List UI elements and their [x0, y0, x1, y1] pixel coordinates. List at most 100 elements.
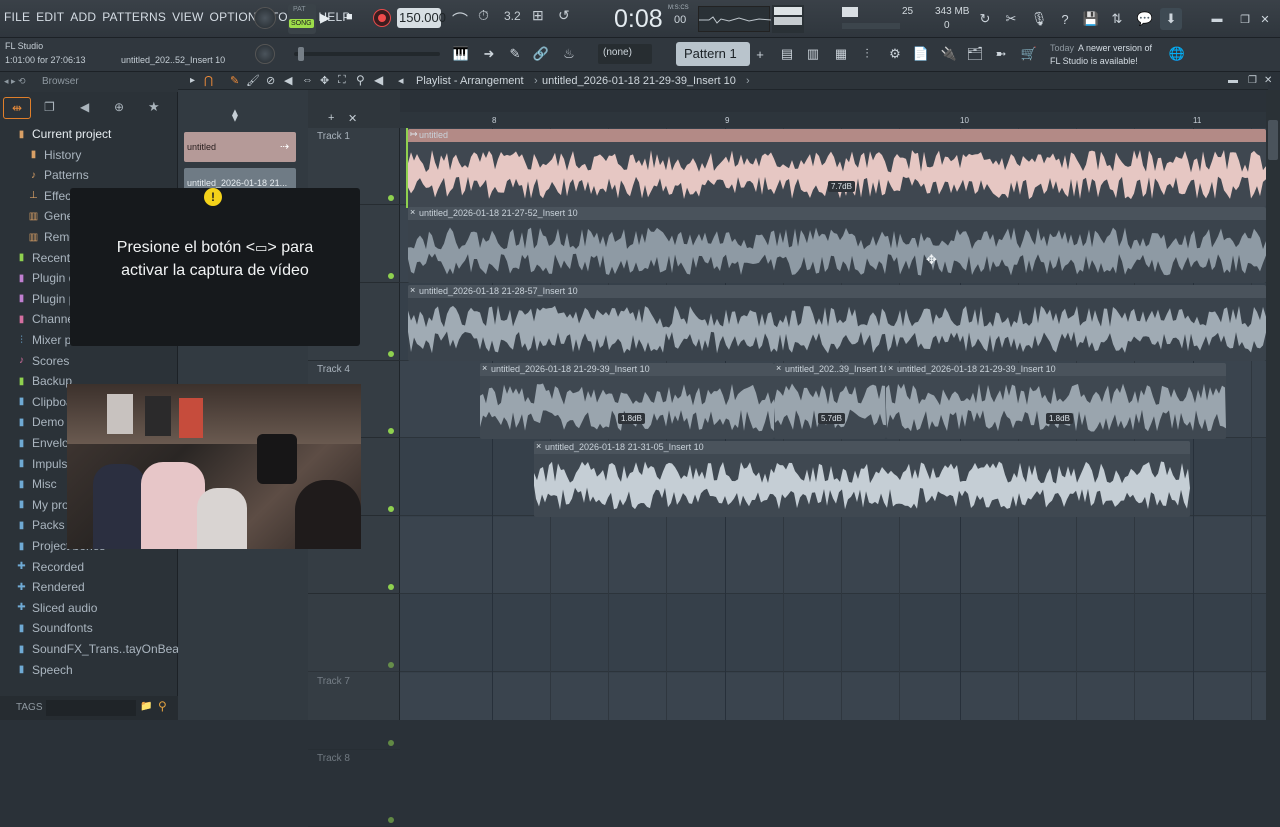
pat-song-toggle[interactable]: PAT SONG — [288, 4, 316, 34]
clip-menu-icon[interactable]: × — [536, 441, 541, 451]
slice-icon[interactable]: ✥ — [320, 74, 329, 87]
delete-icon[interactable]: ⊘ — [266, 74, 275, 87]
track-header[interactable]: Track 8 — [308, 750, 400, 827]
wait-record-icon[interactable]: ⏱ — [478, 7, 500, 29]
playback-icon[interactable]: ◀ — [374, 73, 383, 87]
cut-icon[interactable]: ✂ — [1000, 8, 1022, 30]
plugin-icon[interactable]: 🔌 — [938, 43, 960, 65]
browser-item[interactable]: ▮ Soundfonts — [16, 618, 93, 638]
folder-icon[interactable]: 📁 — [140, 701, 152, 712]
track-mute-led[interactable] — [388, 195, 394, 201]
audio-clip[interactable]: untitled ↦ 7.7dB — [408, 129, 1266, 207]
arrow-icon[interactable]: ▸ — [190, 75, 195, 86]
save-icon[interactable]: 💾 — [1080, 8, 1102, 30]
download-icon[interactable]: ⬇ — [1160, 8, 1182, 30]
vertical-scrollbar[interactable] — [1266, 90, 1280, 720]
clip-menu-icon[interactable]: × — [776, 363, 781, 373]
play-button[interactable]: ▶ — [320, 10, 334, 26]
step-edit-icon[interactable]: ⊞ — [532, 7, 554, 29]
browser-item[interactable]: ▮ Misc — [16, 474, 57, 494]
playlist-icon[interactable]: ▤ — [776, 43, 798, 65]
audio-clip[interactable]: untitled_2026-01-18 21-29-39_Insert 10 × 1… — [886, 363, 1226, 439]
brush-icon[interactable]: ✎ — [504, 43, 526, 65]
track-mute-led[interactable] — [388, 817, 394, 824]
pattern-select[interactable]: Pattern 1 — [676, 42, 750, 66]
select-icon[interactable]: ⛶ — [338, 74, 346, 87]
piano-roll-icon[interactable]: 🎹 — [450, 43, 472, 65]
metronome-icon[interactable]: ⌒ — [452, 7, 474, 30]
channel-settings-icon[interactable]: ⚙ — [884, 43, 906, 65]
slip-icon[interactable]: ⇔ — [302, 74, 313, 86]
browser-item[interactable]: ✚ Recorded — [16, 557, 84, 577]
menu-edit[interactable]: EDIT — [36, 10, 64, 26]
link-icon[interactable]: 🔗 — [530, 43, 552, 65]
playhead[interactable] — [406, 128, 408, 208]
browser-item[interactable]: ✚ Rendered — [16, 577, 84, 597]
master-pitch-knob[interactable] — [255, 44, 275, 64]
browser-item[interactable]: ♪ Patterns — [28, 165, 89, 185]
clip-menu-icon[interactable]: × — [410, 285, 415, 295]
browser-item[interactable]: ♪ Scores — [16, 351, 69, 371]
search-icon[interactable]: ⚲ — [158, 699, 167, 713]
loop-record-icon[interactable]: ↺ — [558, 7, 580, 29]
audio-clip[interactable]: untitled_2026-01-18 21-31-05_Insert 10 × — [534, 441, 1190, 517]
track-mute-led[interactable] — [388, 350, 394, 357]
snap-select[interactable]: (none) — [598, 44, 652, 64]
track-mute-led[interactable] — [388, 739, 394, 746]
channel-rack-icon[interactable]: ▦ — [830, 43, 852, 65]
record-button[interactable] — [373, 9, 391, 27]
tags-input[interactable] — [46, 700, 136, 716]
audio-clip[interactable]: untitled_2026-01-18 21-28-57_Insert 10 × — [408, 285, 1266, 361]
window-restore-icon[interactable]: ▬ — [1210, 8, 1224, 30]
menu-file[interactable]: FILE — [4, 10, 30, 26]
magnet-icon[interactable]: ⋂ — [204, 74, 213, 87]
help-icon[interactable]: ? — [1054, 8, 1076, 30]
playlist-min-icon[interactable]: ▬ — [1228, 75, 1238, 86]
browser-item[interactable]: ✚ Sliced audio — [16, 598, 97, 618]
step-seq-icon[interactable]: ▥ — [802, 43, 824, 65]
browser-item[interactable]: ▮ Current project — [16, 124, 112, 144]
picker-eq-icon[interactable]: ⧫ — [232, 108, 238, 122]
track-header[interactable] — [308, 595, 400, 672]
playlist-close-icon[interactable]: ✕ — [1264, 75, 1272, 86]
browser-icon[interactable]: 🗂 — [964, 43, 986, 65]
speaker-icon[interactable]: ◂ — [398, 74, 404, 87]
plugin-picker-icon[interactable]: ⇅ — [1106, 8, 1128, 30]
stamp-icon[interactable]: ♨ — [558, 43, 580, 65]
track-add-icon[interactable]: + — [328, 112, 334, 124]
audio-clip[interactable]: untitled_2026-01-18 21-29-39_Insert 10 × 1… — [480, 363, 774, 439]
record-audio-icon[interactable]: ➼ — [990, 43, 1012, 65]
track-mute-led[interactable] — [388, 272, 394, 279]
channel-item-0[interactable]: untitled ⇢ — [184, 132, 296, 162]
zoom-icon[interactable]: ⚲ — [356, 73, 365, 87]
main-volume-knob[interactable] — [254, 7, 276, 29]
arrow-right-icon[interactable]: ➜ — [478, 43, 500, 65]
browser-item[interactable]: ▮ Backup — [16, 371, 72, 391]
track-header[interactable]: Track 7 — [308, 673, 400, 750]
menu-patterns[interactable]: PATTERNS — [102, 10, 166, 26]
track-mute-led[interactable] — [388, 428, 394, 435]
news-panel[interactable]: Today A newer version of FL Studio is av… — [1048, 41, 1178, 69]
stop-button[interactable]: ■ — [346, 11, 358, 25]
pencil-icon[interactable]: ✎ — [230, 74, 239, 87]
add-pattern-icon[interactable]: + — [754, 43, 766, 65]
countdown-icon[interactable]: 3.2 — [504, 9, 526, 31]
browser-item[interactable]: ▮ Packs — [16, 515, 65, 535]
slider-track[interactable] — [294, 47, 440, 61]
playlist-max-icon[interactable]: ❐ — [1248, 75, 1257, 86]
clip-menu-icon[interactable]: × — [888, 363, 893, 373]
menu-view[interactable]: VIEW — [172, 10, 203, 26]
mic-icon[interactable]: 🎙 — [1028, 8, 1050, 30]
playlist-grid[interactable]: untitled ↦ 7.7dB untitled_2026-01-18 21-27-… — [400, 128, 1266, 720]
project-info-icon[interactable]: 📄 — [910, 43, 932, 65]
browser-item[interactable]: ▮ Speech — [16, 660, 73, 680]
timeline-ruler[interactable]: 8 9 10 11 — [400, 112, 1266, 128]
track-mute-led[interactable] — [388, 506, 394, 513]
window-close-icon[interactable]: ✕ — [1258, 8, 1272, 30]
browser-item[interactable]: ▮ History — [28, 145, 82, 165]
chat-icon[interactable]: 💬 — [1134, 8, 1156, 30]
clip-menu-icon[interactable]: × — [482, 363, 487, 373]
track-mute-led[interactable] — [388, 584, 394, 590]
track-lane[interactable] — [400, 672, 1266, 720]
song-time-display[interactable]: 0:08 M:S:CS 00 — [612, 4, 692, 34]
